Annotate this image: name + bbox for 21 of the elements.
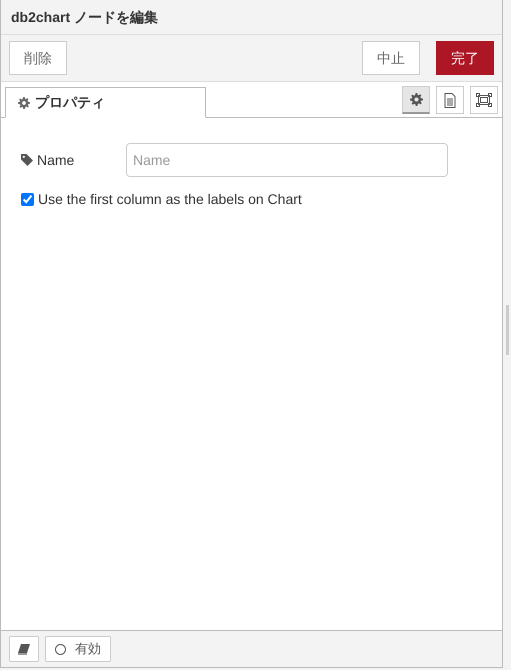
tag-icon <box>21 154 33 166</box>
window-title: db2chart ノードを編集 <box>11 8 158 26</box>
checkbox-label: Use the first column as the labels on Chart <box>38 190 302 209</box>
book-button[interactable] <box>9 636 39 662</box>
frame-icon <box>476 93 492 107</box>
frame-tab-button[interactable] <box>470 86 498 114</box>
book-icon <box>18 644 30 654</box>
document-tab-button[interactable] <box>436 86 464 114</box>
done-button[interactable]: 完了 <box>436 41 494 75</box>
gear-tab-button[interactable] <box>402 86 430 114</box>
gear-icon <box>18 96 30 108</box>
cancel-button[interactable]: 中止 <box>362 41 420 75</box>
document-icon <box>444 92 456 108</box>
name-field[interactable]: Name <box>126 143 448 177</box>
field-label: Name <box>37 150 74 170</box>
delete-button[interactable]: 削除 <box>9 41 67 75</box>
checkbox[interactable] <box>21 193 34 206</box>
enabled-toggle[interactable]: 有効 <box>45 636 111 662</box>
resize-handle[interactable] <box>506 305 508 355</box>
properties-tab[interactable]: プロパティ <box>5 87 206 118</box>
gear-icon <box>410 93 422 106</box>
